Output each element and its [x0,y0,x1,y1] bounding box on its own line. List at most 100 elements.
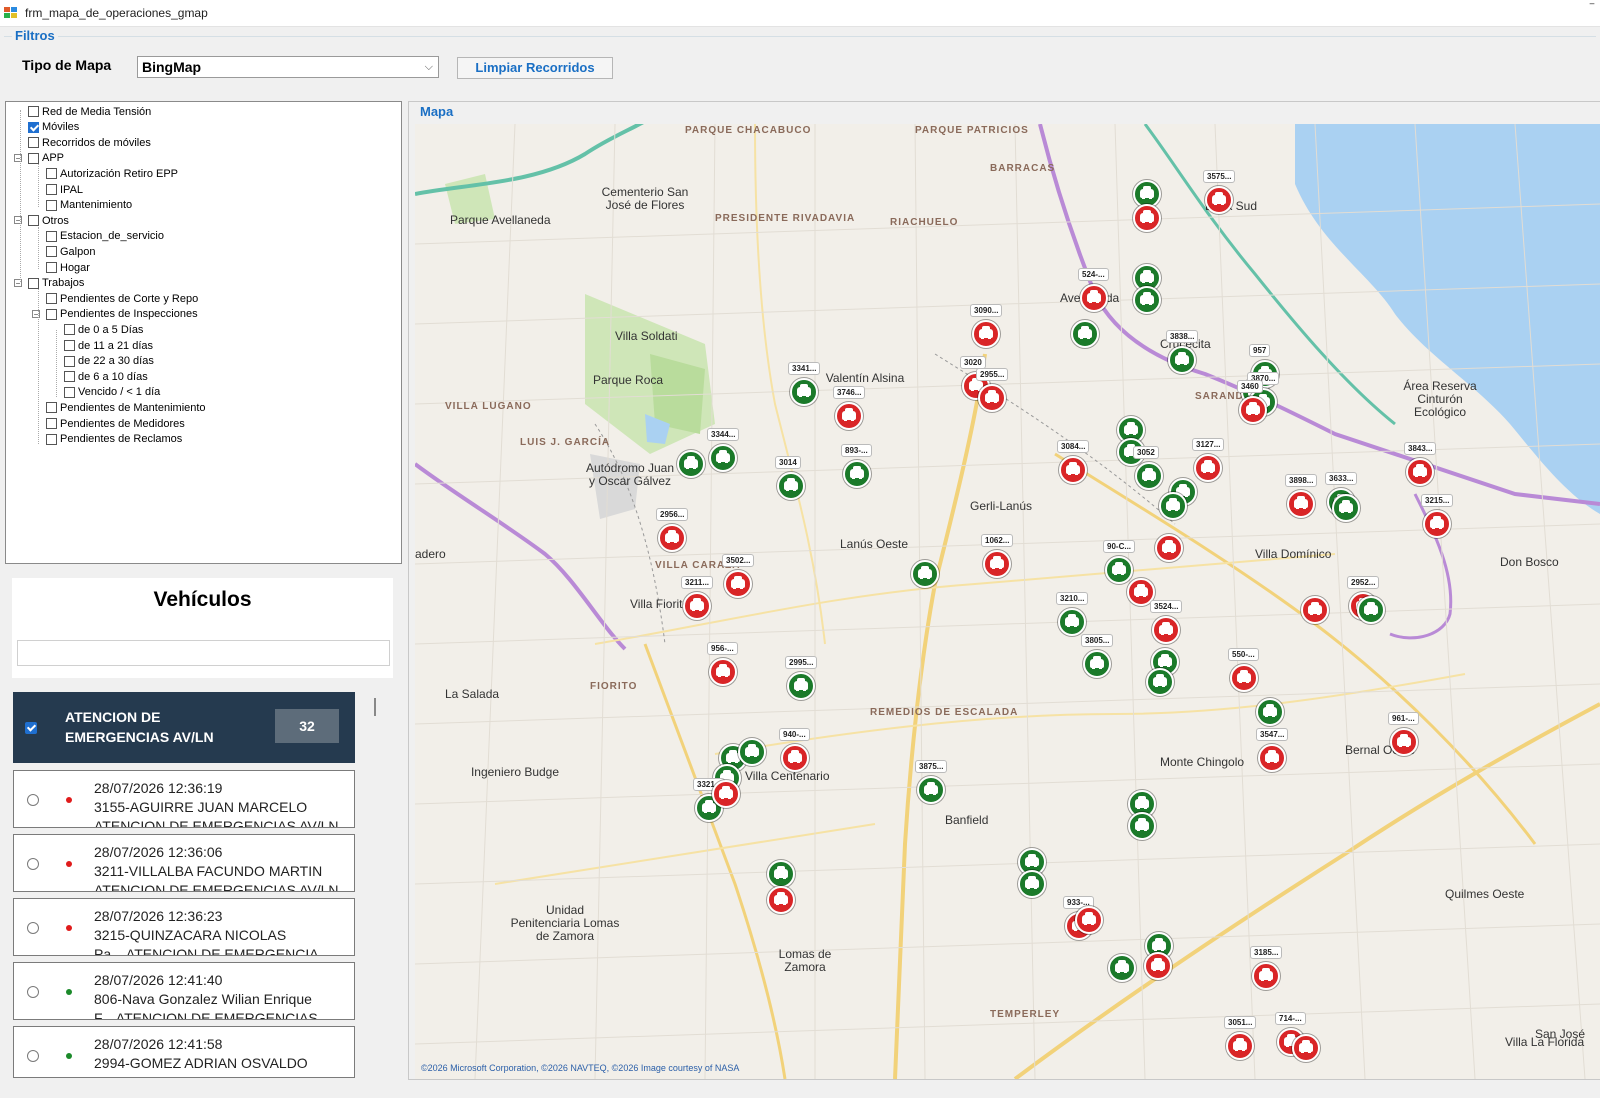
vehicle-list-scrollbar[interactable] [370,680,380,1078]
vehicle-card[interactable]: 28/07/2026 12:36:23 3215-QUINZACARA NICOL… [13,898,355,956]
vehicle-marker-available[interactable] [1071,320,1099,348]
vehicle-card[interactable]: 28/07/2026 12:41:58 2994-GOMEZ ADRIAN OSV… [13,1026,355,1078]
tree-item-checkbox[interactable] [64,324,75,336]
vehicle-marker-busy[interactable] [781,744,809,772]
tree-item-checkbox[interactable] [64,386,75,398]
vehicle-marker-busy[interactable] [1230,664,1258,692]
vehicle-marker-busy[interactable] [1152,616,1180,644]
tree-item-checkbox[interactable] [46,199,57,211]
vehicle-marker-busy[interactable] [1226,1032,1254,1060]
tree-item[interactable]: Estacion_de_servicio [46,229,164,244]
tree-item-checkbox[interactable] [46,168,57,180]
tree-item[interactable]: Pendientes de Inspecciones [46,307,198,322]
vehicle-marker-available[interactable] [777,472,805,500]
map-type-select[interactable]: BingMap ⌵ [137,56,439,78]
vehicle-marker-busy[interactable] [983,550,1011,578]
minimize-icon[interactable]: ‾ [1590,2,1594,16]
tree-item-checkbox[interactable] [46,246,57,258]
vehicle-marker-busy[interactable] [1205,186,1233,214]
vehicle-marker-available[interactable] [1133,286,1161,314]
vehicle-marker-busy[interactable] [978,384,1006,412]
vehicle-marker-busy[interactable] [683,592,711,620]
vehicle-marker-busy[interactable] [1059,456,1087,484]
tree-item[interactable]: Recorridos de móviles [28,135,151,150]
vehicle-marker-available[interactable] [767,860,795,888]
vehicle-marker-available[interactable] [1256,698,1284,726]
tree-item-checkbox[interactable] [46,418,57,429]
tree-item-checkbox[interactable] [46,433,57,445]
vehicle-marker-busy[interactable] [658,524,686,552]
vehicle-marker-available[interactable] [1083,650,1111,678]
vehicle-card[interactable]: 28/07/2026 12:41:40 806-Nava Gonzalez Wil… [13,962,355,1020]
tree-item[interactable]: Galpon [46,244,95,259]
tree-item-checkbox[interactable] [28,106,39,117]
tree-item[interactable]: Móviles [28,120,79,135]
vehicle-marker-available[interactable] [1058,608,1086,636]
tree-item[interactable]: Pendientes de Corte y Repo [46,291,198,306]
vehicle-marker-available[interactable] [677,450,705,478]
vehicle-marker-available[interactable] [1108,954,1136,982]
vehicle-marker-busy[interactable] [724,570,752,598]
vehicle-group-header[interactable]: ATENCION DE EMERGENCIAS AV/LN 32 [13,692,355,763]
vehicle-marker-busy[interactable] [1075,906,1103,934]
tree-item[interactable]: APP [28,151,64,166]
tree-item-checkbox[interactable] [46,230,57,242]
vehicle-card[interactable]: 28/07/2026 12:36:06 3211-VILLALBA FACUNDO… [13,834,355,892]
vehicle-marker-busy[interactable] [1239,396,1267,424]
vehicle-marker-available[interactable] [917,776,945,804]
vehicle-marker-available[interactable] [1168,346,1196,374]
vehicle-marker-busy[interactable] [1292,1034,1320,1062]
vehicle-radio[interactable] [27,1050,39,1062]
vehicle-radio[interactable] [27,858,39,870]
tree-item-checkbox[interactable] [46,262,57,273]
tree-item-checkbox[interactable] [64,340,75,351]
vehicle-marker-available[interactable] [1105,556,1133,584]
vehicle-marker-available[interactable] [738,738,766,766]
vehicle-marker-busy[interactable] [767,886,795,914]
tree-item[interactable]: Pendientes de Medidores [46,416,185,431]
chevron-down-icon[interactable]: ⌵ [425,57,433,77]
vehicle-marker-available[interactable] [1135,462,1163,490]
tree-item-checkbox[interactable] [64,355,75,367]
tree-item-checkbox[interactable] [46,293,57,305]
vehicle-marker-busy[interactable] [1406,458,1434,486]
tree-item[interactable]: IPAL [46,182,83,197]
vehicle-marker-available[interactable] [843,460,871,488]
tree-item[interactable]: Mantenimiento [46,198,132,213]
tree-item[interactable]: Pendientes de Reclamos [46,432,182,447]
tree-item[interactable]: de 0 a 5 Días [64,322,143,337]
vehicle-marker-busy[interactable] [1252,962,1280,990]
vehicle-marker-busy[interactable] [712,780,740,808]
tree-item[interactable]: Red de Media Tensión [28,104,151,119]
tree-item-checkbox[interactable] [28,277,39,289]
vehicle-radio[interactable] [27,922,39,934]
vehicle-radio[interactable] [27,794,39,806]
tree-item-checkbox[interactable] [46,184,57,195]
vehicle-marker-busy[interactable] [1258,744,1286,772]
map-view[interactable]: PARQUE CHACABUCO PARQUE PATRICIOS BARRACAS… [415,124,1600,1079]
vehicle-marker-busy[interactable] [1155,534,1183,562]
scrollbar-thumb[interactable] [374,698,376,716]
vehicle-marker-available[interactable] [1128,812,1156,840]
vehicle-marker-busy[interactable] [1287,490,1315,518]
tree-item[interactable]: Autorización Retiro EPP [46,166,178,181]
tree-item[interactable]: Trabajos [28,276,84,291]
tree-item[interactable]: Pendientes de Mantenimiento [46,400,206,415]
vehicle-marker-available[interactable] [1146,668,1174,696]
tree-item-checkbox[interactable] [28,121,39,133]
tree-item-checkbox[interactable] [28,152,39,164]
vehicle-marker-available[interactable] [1357,596,1385,624]
clear-routes-button[interactable]: Limpiar Recorridos [457,57,613,79]
vehicle-marker-busy[interactable] [1080,284,1108,312]
vehicle-search-input[interactable] [17,640,390,666]
tree-item[interactable]: de 11 a 21 días [64,338,153,353]
tree-item[interactable]: de 22 a 30 días [64,354,154,369]
tree-item[interactable]: de 6 a 10 días [64,369,148,384]
tree-item[interactable]: Hogar [46,260,90,275]
vehicle-marker-available[interactable] [1332,494,1360,522]
group-checkbox[interactable] [25,722,37,734]
vehicle-marker-busy[interactable] [1390,728,1418,756]
vehicle-marker-available[interactable] [790,378,818,406]
vehicle-marker-busy[interactable] [972,320,1000,348]
vehicle-card[interactable]: 28/07/2026 12:36:19 3155-AGUIRRE JUAN MAR… [13,770,355,828]
